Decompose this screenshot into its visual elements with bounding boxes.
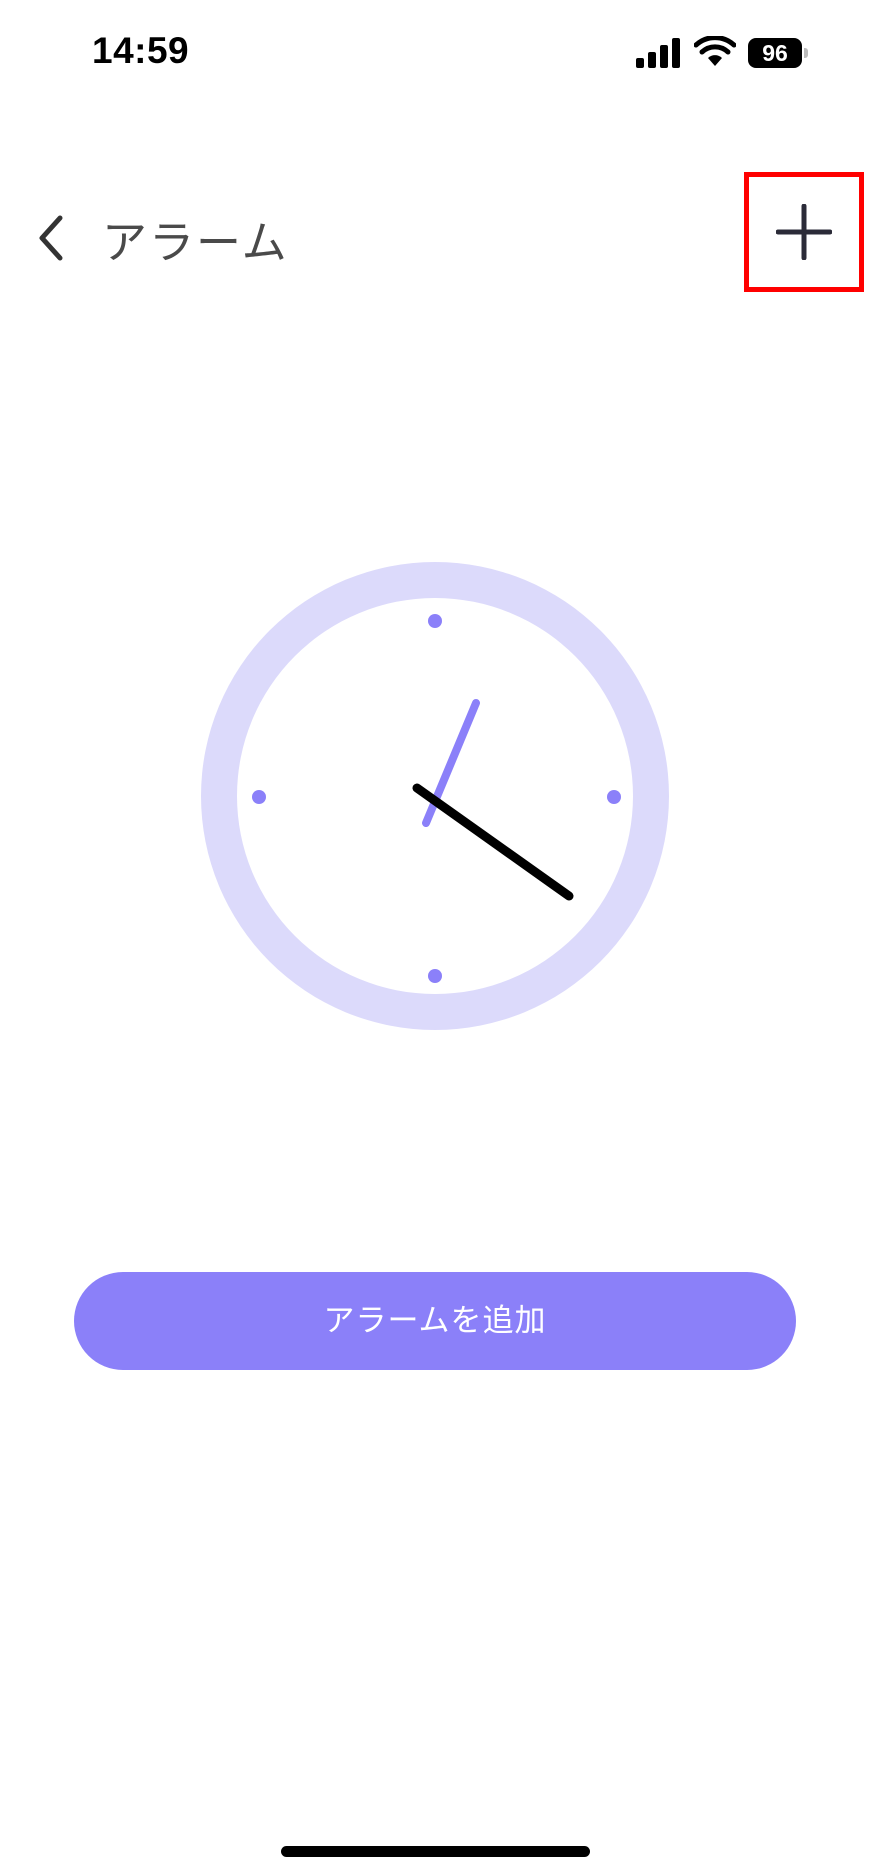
status-bar: 14:59 96 (0, 0, 870, 110)
back-button[interactable] (30, 210, 74, 266)
clock-illustration (201, 562, 669, 1030)
battery-tip (804, 48, 808, 58)
add-alarm-icon-button[interactable] (744, 172, 864, 292)
status-time: 14:59 (92, 30, 190, 71)
chevron-left-icon (39, 215, 63, 261)
home-indicator (281, 1846, 590, 1857)
clock-marker-3 (607, 790, 621, 804)
navigation-bar: アラーム (0, 170, 870, 300)
clock-marker-12 (428, 614, 442, 628)
battery-icon: 96 (748, 38, 808, 68)
wifi-icon (694, 36, 736, 66)
add-alarm-button[interactable]: アラームを追加 (74, 1272, 796, 1370)
clock-marker-6 (428, 969, 442, 983)
battery-level: 96 (748, 38, 802, 68)
signal-icon (636, 38, 680, 68)
clock-marker-9 (252, 790, 266, 804)
plus-icon (776, 204, 832, 260)
page-title: アラーム (102, 216, 289, 269)
